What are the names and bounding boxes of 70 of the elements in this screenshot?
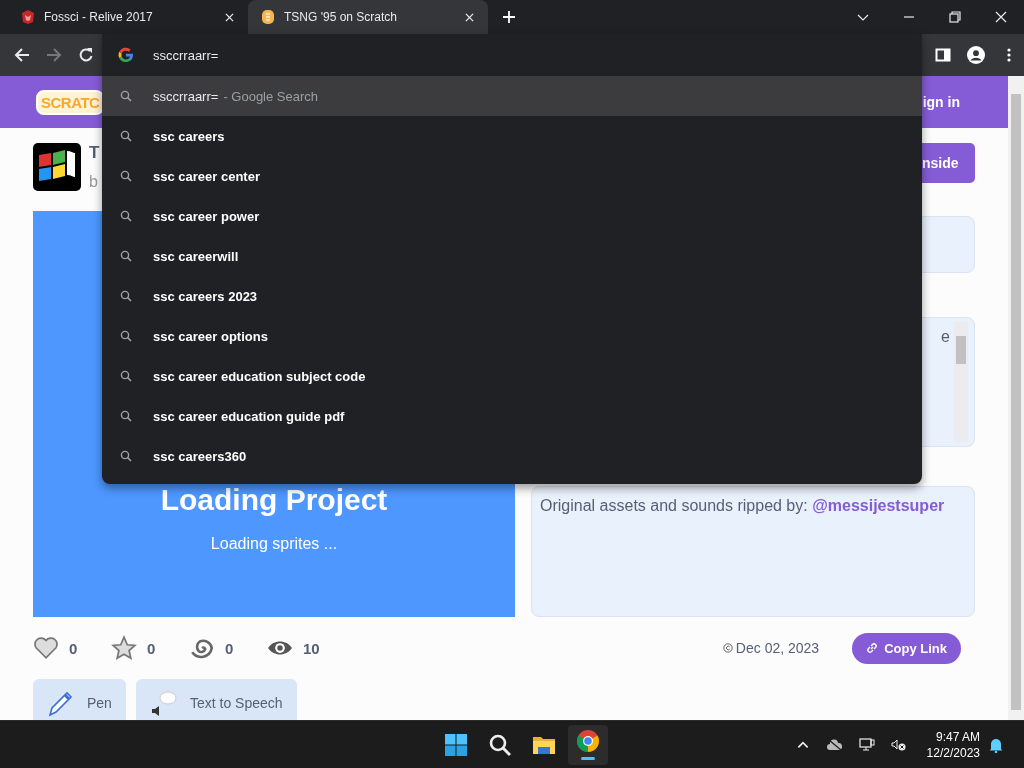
search-icon [120,210,132,222]
extension-label: Pen [87,695,112,711]
extension-label: Text to Speech [189,695,283,711]
search-icon[interactable] [488,732,512,757]
clock-date[interactable]: 12/2/2023 [926,744,980,761]
stat-count: 10 [303,639,320,657]
scrollbar[interactable] [954,322,968,442]
suggestion-item[interactable]: ssc careers 2023 [102,276,922,316]
search-icon [120,330,132,342]
suggestion-item[interactable]: ssc careers [102,116,922,156]
suggestion-item[interactable]: ssc careers360 [102,436,922,476]
restore-icon[interactable] [949,11,961,23]
link-icon [866,642,879,654]
user-link[interactable]: @messijestsuper [812,497,945,514]
bell-icon[interactable] [988,736,1004,753]
close-icon[interactable] [225,12,234,22]
search-icon [120,410,132,422]
search-icon [120,170,132,182]
loading-status: Loading sprites ... [210,535,338,553]
browser-tab[interactable]: Fossci - Relive 2017 [8,0,248,34]
suggestion-item[interactable]: ssccrraarr= - Google Search [102,76,922,116]
stat-count: 0 [69,639,78,657]
suggestion-item[interactable]: ssc career center [102,156,922,196]
search-icon [120,370,132,382]
close-icon[interactable] [995,11,1007,23]
browser-tab[interactable]: TSNG '95 on Scratch [248,0,488,34]
search-icon [120,450,132,462]
network-icon[interactable] [858,737,875,752]
copyright-icon [722,643,733,653]
project-title: T [89,143,100,163]
see-inside-button[interactable]: nside [922,143,975,183]
copy-link-button[interactable]: Copy Link [852,632,961,664]
suggestion-item[interactable]: ssc career education subject code [102,356,922,396]
suggestion-item[interactable]: ssc career options [102,316,922,356]
stat-count: 0 [225,639,234,657]
close-icon[interactable] [465,12,474,22]
page-scrollbar[interactable] [1008,76,1024,720]
sign-in-link[interactable]: ign in [922,94,960,110]
suggestion-hint: - Google Search [223,88,319,104]
forward-icon[interactable] [46,47,62,63]
address-field[interactable]: ssccrraarr= [153,47,753,63]
search-icon [120,130,132,142]
star-icon[interactable] [111,635,137,661]
windows-icon[interactable] [444,732,468,757]
pencil-icon [47,689,75,717]
loading-title: Loading Project [160,483,388,517]
suggestion-item[interactable]: ssc careerwill [102,236,922,276]
search-icon [120,290,132,302]
new-tab-icon[interactable] [503,11,515,23]
heart-icon[interactable] [33,635,59,661]
share-date: Dec 02, 2023 [735,640,820,656]
project-thumbnail [33,143,81,191]
browser-taskbar-button[interactable] [568,724,608,765]
chrome-icon [576,729,600,753]
google-icon [118,47,134,63]
search-icon [120,250,132,262]
sidebar-icon[interactable] [935,47,951,63]
stat-count: 0 [147,639,156,657]
suggestion-item[interactable]: ssc career education guide pdf [102,396,922,436]
reload-icon[interactable] [78,47,94,63]
speaker-muted-icon[interactable] [890,737,907,752]
suggestion-item[interactable]: ssc career power [102,196,922,236]
speech-bubble-icon [149,689,178,717]
back-icon[interactable] [14,47,30,63]
cloud-off-icon[interactable] [826,737,843,752]
clock-time[interactable]: 9:47 AM [935,728,980,745]
profile-icon[interactable] [967,46,985,64]
notes-text: e [941,328,950,347]
search-icon [120,90,132,102]
credits-text: Original assets and sounds ripped by: @messijestsuper [540,497,946,515]
